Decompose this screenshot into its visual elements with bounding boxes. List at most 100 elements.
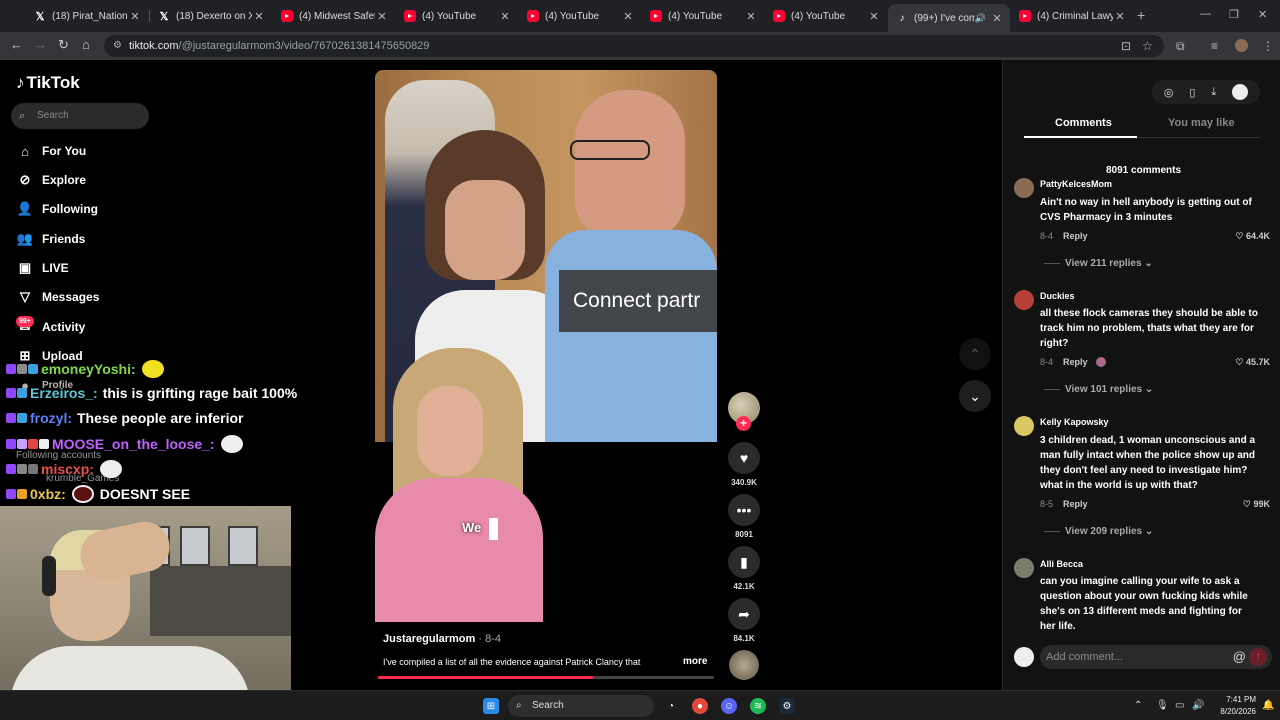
nav-live[interactable]: ▣ LIVE bbox=[16, 258, 69, 278]
comment-meta: 8-4 Reply bbox=[1040, 357, 1106, 367]
microphone-icon[interactable]: 🎙 bbox=[1156, 700, 1169, 711]
close-icon[interactable]: ✕ bbox=[990, 12, 1004, 25]
reply-button[interactable]: Reply bbox=[1063, 357, 1088, 367]
search-input[interactable]: ⌕ Search bbox=[11, 103, 149, 129]
phone-icon[interactable]: ▯ bbox=[1189, 86, 1195, 99]
tab-comments[interactable]: Comments bbox=[1055, 117, 1112, 129]
previous-video-button[interactable]: ⌃ bbox=[959, 338, 991, 370]
close-icon[interactable]: ✕ bbox=[1113, 10, 1127, 23]
view-replies[interactable]: View 101 replies ⌄ bbox=[1044, 384, 1153, 395]
browser-tab[interactable]: 𝕏 (18) Pirat_Nation ✕ bbox=[26, 4, 148, 28]
post-comment-button[interactable]: ↑ bbox=[1249, 648, 1267, 666]
reply-button[interactable]: Reply bbox=[1063, 499, 1088, 509]
commenter-avatar[interactable] bbox=[1014, 558, 1034, 578]
browser-tab[interactable]: (4) YouTube ✕ bbox=[642, 4, 764, 28]
nav-for-you[interactable]: ⌂ For You bbox=[16, 141, 86, 161]
commenter-name[interactable]: Duckies bbox=[1040, 291, 1075, 301]
windows-start-icon[interactable]: ⊞ bbox=[483, 698, 499, 714]
chat-username: 0xbz: bbox=[30, 486, 66, 502]
save-button[interactable]: ▮ 42.1K bbox=[728, 546, 760, 591]
chat-message: emoneyYoshi: bbox=[6, 360, 164, 378]
chat-message: Erzeiros_: this is grifting rage bait 10… bbox=[6, 385, 297, 401]
close-icon[interactable]: ✕ bbox=[621, 10, 635, 23]
commenter-avatar[interactable] bbox=[1014, 416, 1034, 436]
reply-button[interactable]: Reply bbox=[1063, 231, 1088, 241]
discord-icon[interactable]: ☺ bbox=[721, 698, 737, 714]
close-icon[interactable]: ✕ bbox=[252, 10, 266, 23]
commenter-name[interactable]: Alli Becca bbox=[1040, 559, 1083, 569]
profile-avatar-icon[interactable] bbox=[1235, 39, 1248, 52]
notifications-icon[interactable]: 🔔 bbox=[1262, 700, 1274, 711]
network-icon[interactable]: ▭ bbox=[1175, 700, 1184, 711]
commenter-name[interactable]: Kelly Kapowsky bbox=[1040, 417, 1109, 427]
volume-icon[interactable]: 🔊 bbox=[1192, 700, 1204, 711]
add-comment-input[interactable]: Add comment... @ ☺ bbox=[1040, 645, 1272, 669]
follow-plus-icon[interactable]: + bbox=[736, 416, 751, 431]
steam-icon[interactable]: ⚙ bbox=[779, 698, 795, 714]
browser-tab[interactable]: (4) YouTube ✕ bbox=[396, 4, 518, 28]
commenter-name[interactable]: PattyKelcesMom bbox=[1040, 179, 1112, 189]
browser-tab[interactable]: (4) YouTube ✕ bbox=[765, 4, 887, 28]
emote-icon bbox=[71, 485, 94, 503]
chrome-icon[interactable]: ● bbox=[692, 698, 708, 714]
nav-explore[interactable]: ⊘ Explore bbox=[16, 170, 86, 190]
more-button[interactable]: more bbox=[683, 656, 707, 667]
forward-icon[interactable]: → bbox=[34, 38, 47, 52]
home-icon[interactable]: ⌂ bbox=[82, 38, 90, 52]
reload-icon[interactable]: ↻ bbox=[58, 38, 69, 52]
music-disc-icon[interactable] bbox=[729, 650, 759, 680]
nav-messages[interactable]: ▽ Messages bbox=[16, 287, 99, 307]
site-info-icon[interactable]: ⚙ bbox=[113, 35, 122, 57]
tray-overflow-icon[interactable]: ⌃ bbox=[1134, 700, 1142, 711]
view-replies[interactable]: View 209 replies ⌄ bbox=[1044, 526, 1153, 537]
comment-like[interactable]: ♡ 45.7K bbox=[1235, 357, 1270, 368]
task-view-icon[interactable]: ◔ bbox=[663, 698, 679, 714]
taskbar-search[interactable]: ⌕ Search bbox=[508, 695, 654, 717]
browser-tab[interactable]: (4) Criminal Lawyer R✕ bbox=[1011, 4, 1133, 28]
nav-friends[interactable]: 👥 Friends bbox=[16, 229, 85, 249]
bookmark-star-icon[interactable]: ☆ bbox=[1142, 39, 1153, 53]
close-icon[interactable]: ✕ bbox=[375, 10, 389, 23]
video-progress-bar[interactable] bbox=[378, 676, 714, 679]
share-button[interactable]: ➦ 84.1K bbox=[728, 598, 760, 643]
playlist-icon[interactable]: ≡ bbox=[1211, 39, 1218, 53]
browser-tab-active[interactable]: ♪ (99+) I've compile🔊 ✕ bbox=[888, 4, 1010, 32]
close-icon[interactable]: ✕ bbox=[498, 10, 512, 23]
like-button[interactable]: ♥ 340.9K bbox=[728, 442, 760, 487]
window-close-icon[interactable]: ✕ bbox=[1258, 8, 1267, 21]
close-icon[interactable]: ✕ bbox=[128, 10, 142, 23]
tab-you-may-like[interactable]: You may like bbox=[1168, 117, 1234, 129]
address-bar[interactable]: ⚙ tiktok.com/@justaregularmom3/video/767… bbox=[104, 35, 1164, 57]
extensions-icon[interactable]: ⧉ bbox=[1176, 39, 1185, 54]
back-icon[interactable]: ← bbox=[10, 38, 23, 52]
view-replies[interactable]: View 211 replies ⌄ bbox=[1044, 258, 1153, 269]
video-author[interactable]: Justaregularmom · 8-4 bbox=[383, 633, 501, 645]
browser-tab[interactable]: 𝕏 (18) Dexerto on X: "L✕ bbox=[150, 4, 272, 28]
comment-button[interactable]: ••• 8091 bbox=[728, 494, 760, 539]
install-app-icon[interactable]: ⊡ bbox=[1121, 39, 1131, 53]
system-clock[interactable]: 7:41 PM 8/20/2026 bbox=[1212, 694, 1256, 718]
tab-title: (4) YouTube bbox=[791, 10, 846, 22]
download-icon[interactable]: ⤓ bbox=[1211, 86, 1216, 99]
browser-tab[interactable]: (4) Midwest Safety - Y✕ bbox=[273, 4, 395, 28]
menu-icon[interactable]: ⋮ bbox=[1262, 39, 1274, 53]
minimize-icon[interactable]: — bbox=[1200, 8, 1211, 20]
commenter-avatar[interactable] bbox=[1014, 178, 1034, 198]
close-icon[interactable]: ✕ bbox=[867, 10, 881, 23]
comment-like[interactable]: ♡ 64.4K bbox=[1235, 231, 1270, 242]
nav-following[interactable]: 👤 Following bbox=[16, 199, 98, 219]
spotify-icon[interactable]: ≋ bbox=[750, 698, 766, 714]
speaker-icon[interactable]: 🔊 bbox=[975, 13, 986, 24]
commenter-avatar[interactable] bbox=[1014, 290, 1034, 310]
mention-icon[interactable]: @ bbox=[1233, 645, 1246, 669]
close-icon[interactable]: ✕ bbox=[744, 10, 758, 23]
compass-icon[interactable]: ◎ bbox=[1164, 86, 1174, 99]
browser-tab[interactable]: (4) YouTube ✕ bbox=[519, 4, 641, 28]
maximize-icon[interactable]: ❐ bbox=[1229, 8, 1239, 21]
next-video-button[interactable]: ⌄ bbox=[959, 380, 991, 412]
compass-icon: ⊘ bbox=[19, 172, 31, 187]
tiktok-logo[interactable]: ♪ TikTok bbox=[16, 73, 80, 93]
comment-like[interactable]: ♡ 99K bbox=[1243, 499, 1270, 510]
new-tab-icon[interactable]: + bbox=[1137, 7, 1145, 23]
user-avatar[interactable] bbox=[1232, 84, 1249, 100]
